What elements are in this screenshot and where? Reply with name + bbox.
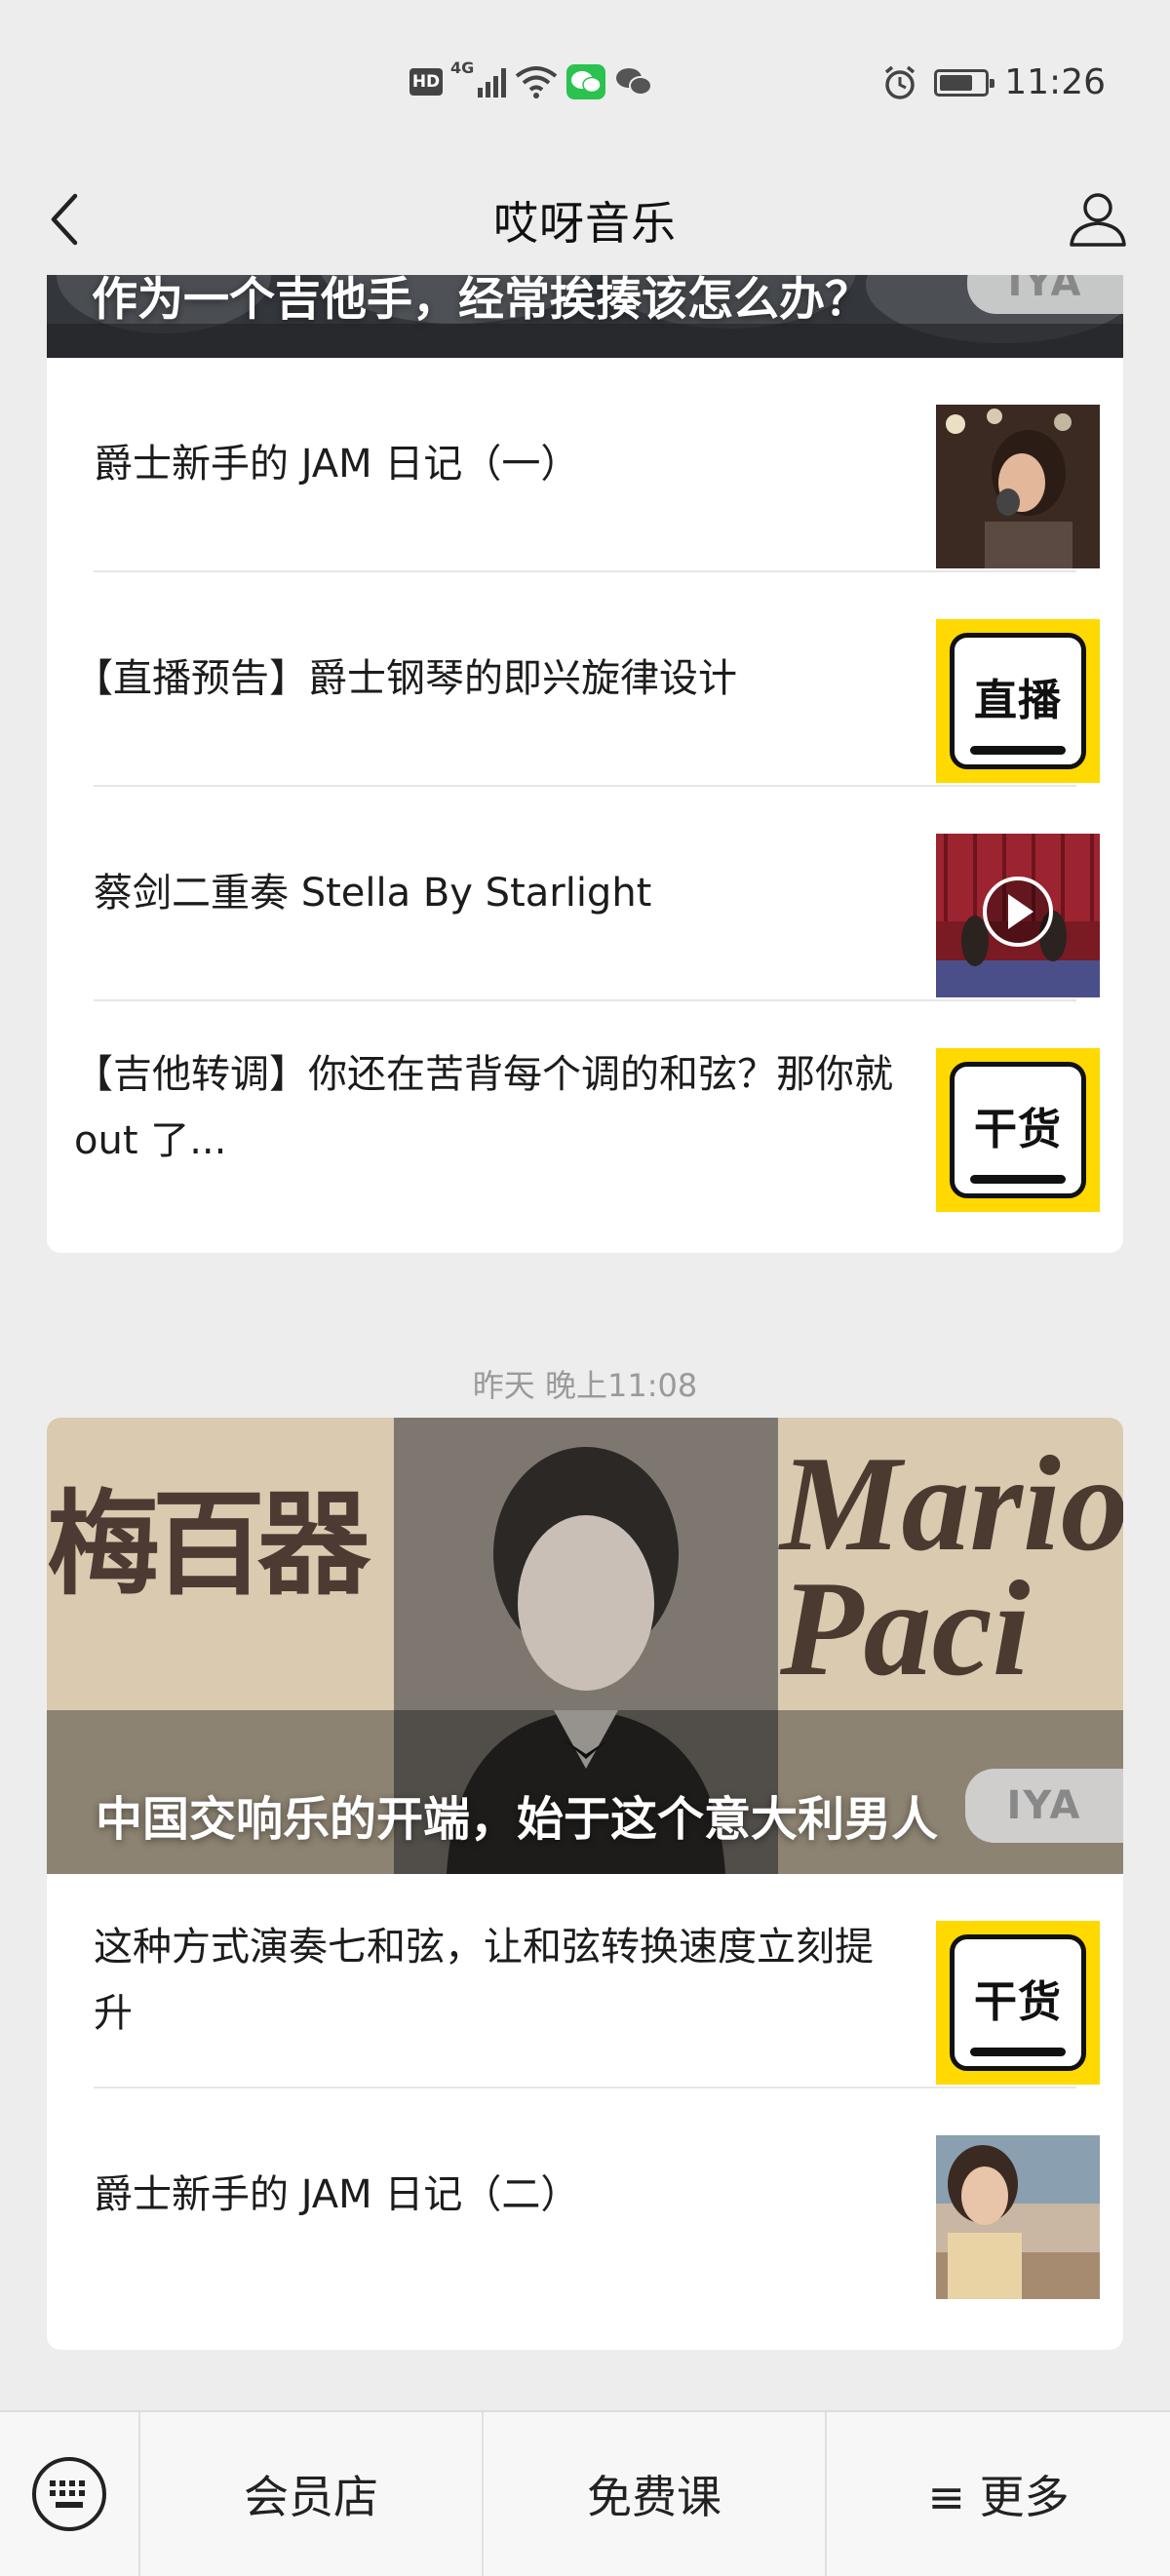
status-right: 11:26 <box>881 62 1106 102</box>
more-menu-button[interactable]: ≡ 更多 <box>827 2412 1170 2576</box>
list-item[interactable]: 这种方式演奏七和弦，让和弦转换速度立刻提升 干货 <box>94 1874 1100 2088</box>
tips-badge-thumbnail: 干货 <box>936 1921 1100 2085</box>
thumbnail-photo <box>936 405 1100 568</box>
live-badge-thumbnail: 直播 <box>936 619 1100 783</box>
battery-icon <box>934 68 995 97</box>
thumb-label: 干货 <box>974 1105 1062 1154</box>
hero-title: 作为一个吉他手，经常挨揍该怎么办？ <box>92 275 871 327</box>
hero-title: 中国交响乐的开端，始于这个意大利男人 <box>96 1792 939 1847</box>
thumb-label: 直播 <box>974 676 1062 725</box>
iya-badge: IYA <box>967 275 1123 314</box>
article-hero[interactable]: 梅百器 Mario Paci 中国交响乐的开端，始于这个意大利男人 IYA <box>47 1418 1123 1874</box>
message-timestamp: 昨天 晚上11:08 <box>472 1367 698 1404</box>
hero-right-text-2: Paci <box>780 1553 1031 1704</box>
tips-badge-thumbnail: 干货 <box>936 1048 1100 1212</box>
status-bar: HD 4G 11:26 <box>0 0 1170 166</box>
back-button[interactable] <box>35 185 94 254</box>
free-course-button[interactable]: 免费课 <box>484 2412 827 2576</box>
bottom-menu: 会员店 免费课 ≡ 更多 <box>0 2410 1170 2576</box>
list-item[interactable]: 【吉他转调】你还在苦背每个调的和弦？那你就 out 了... 干货 <box>74 1001 1100 1214</box>
page-title: 哎呀音乐 <box>493 197 677 250</box>
alarm-icon <box>885 65 916 99</box>
item-title: 蔡剑二重奏 Stella By Starlight <box>94 871 652 916</box>
signal-icon <box>478 66 507 98</box>
list-item[interactable]: 爵士新手的 JAM 日记（二） <box>94 2088 1100 2301</box>
message-feed[interactable]: 作为一个吉他手，经常挨揍该怎么办？ IYA 爵士新手的 JAM 日记（一） 【直 <box>0 275 1170 2410</box>
iya-badge: IYA <box>965 1769 1123 1843</box>
article-card: 梅百器 Mario Paci 中国交响乐的开端，始于这个意大利男人 IYA 这种… <box>47 1418 1123 2350</box>
hero-left-text: 梅百器 <box>47 1478 370 1611</box>
status-icons: HD 4G <box>410 59 654 99</box>
thumbnail-photo <box>936 2135 1100 2299</box>
keyboard-icon <box>32 2457 106 2531</box>
item-title: 这种方式演奏七和弦，让和弦转换速度立刻提升 <box>94 1925 874 2036</box>
wechat-notification-icon <box>566 64 606 99</box>
list-item[interactable]: 蔡剑二重奏 Stella By Starlight <box>94 787 1100 1001</box>
wifi-icon <box>516 66 558 98</box>
thumb-label: 干货 <box>974 1977 1062 2027</box>
item-title: 【直播预告】爵士钢琴的即兴旋律设计 <box>74 656 737 701</box>
list-item[interactable]: 【直播预告】爵士钢琴的即兴旋律设计 直播 <box>74 572 1100 787</box>
nav-bar: 哎呀音乐 <box>0 166 1170 275</box>
item-title: 爵士新手的 JAM 日记（二） <box>94 2172 580 2217</box>
article-hero[interactable]: 作为一个吉他手，经常挨揍该怎么办？ IYA <box>47 275 1123 358</box>
list-item[interactable]: 爵士新手的 JAM 日记（一） <box>94 358 1100 572</box>
chevron-left-icon <box>51 193 78 246</box>
video-thumbnail <box>936 834 1100 997</box>
profile-button[interactable] <box>1059 179 1137 257</box>
clock: 11:26 <box>1004 62 1106 102</box>
person-icon <box>1070 193 1126 247</box>
item-title: 【吉他转调】你还在苦背每个调的和弦？那你就 out 了... <box>74 1052 893 1163</box>
network-type: 4G <box>450 59 475 77</box>
wechat-grey-icon <box>616 68 653 96</box>
item-title: 爵士新手的 JAM 日记（一） <box>94 442 580 487</box>
member-store-button[interactable]: 会员店 <box>140 2412 484 2576</box>
hd-icon: HD <box>410 68 443 96</box>
article-card: 作为一个吉他手，经常挨揍该怎么办？ IYA 爵士新手的 JAM 日记（一） 【直 <box>47 275 1123 1253</box>
keyboard-toggle-button[interactable] <box>0 2412 140 2576</box>
